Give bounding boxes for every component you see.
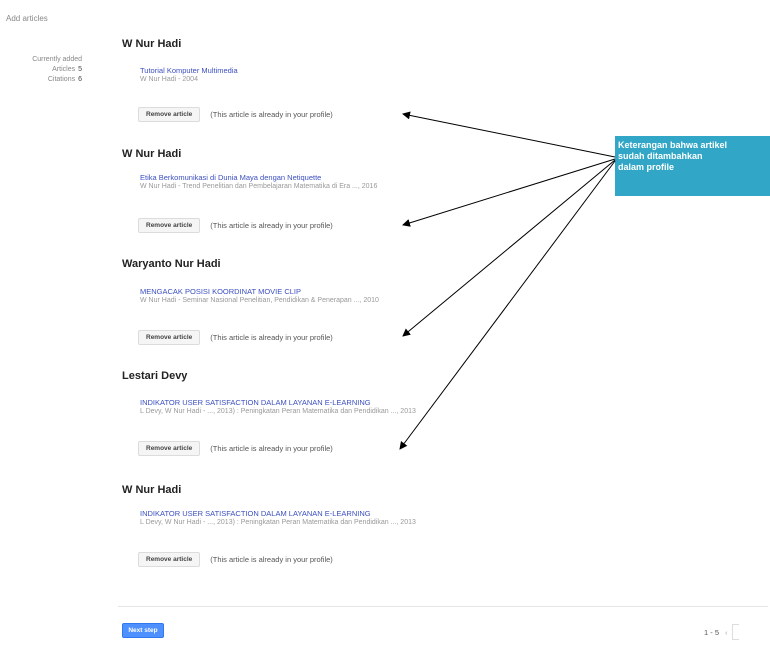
arrow-2 bbox=[402, 158, 616, 227]
arrow-3 bbox=[402, 159, 616, 337]
annotation-arrows bbox=[399, 111, 616, 450]
arrow-4 bbox=[399, 160, 616, 450]
arrow-1 bbox=[402, 111, 616, 158]
